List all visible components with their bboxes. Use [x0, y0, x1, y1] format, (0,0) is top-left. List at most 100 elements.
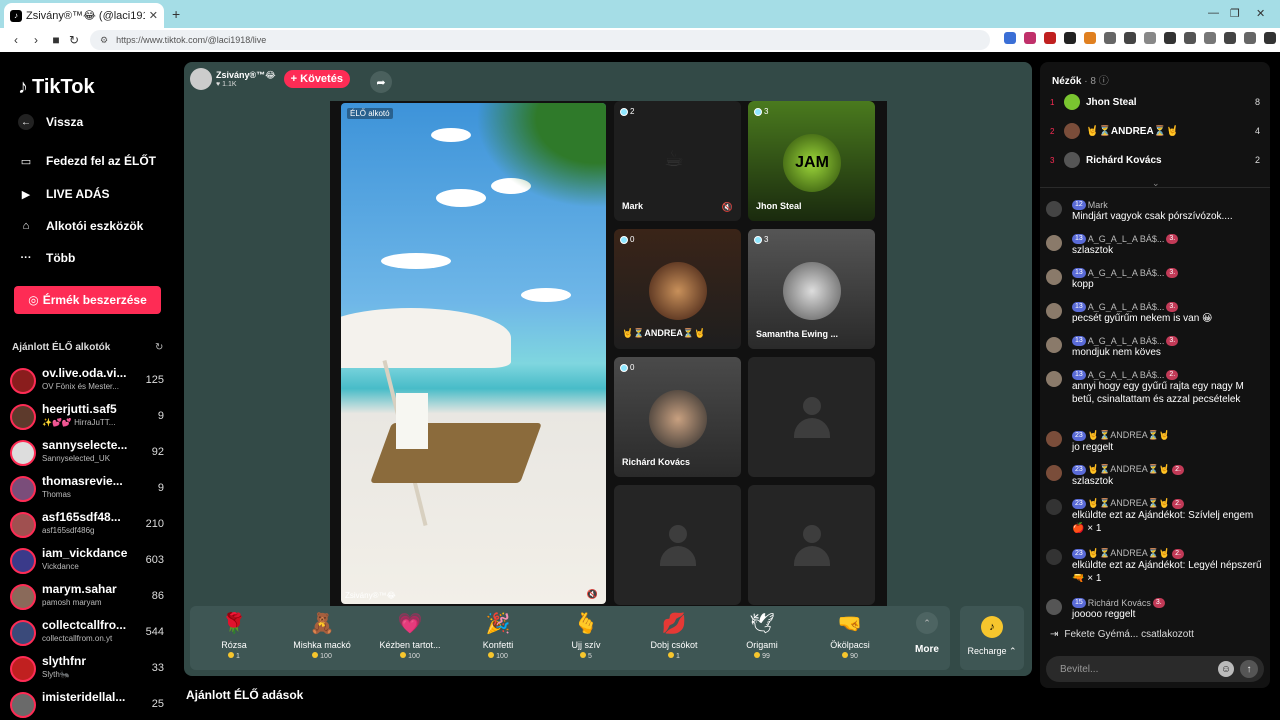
chat-message[interactable]: 13 A_G_A_L_A BÁ$... 2. annyi hogy egy gyűrű…: [1046, 370, 1264, 406]
extension-icon[interactable]: [1084, 32, 1096, 44]
creator-row[interactable]: collectcallfro... collectcallfrom.on.yt 54…: [10, 618, 168, 648]
gift-price-value: 100: [496, 653, 508, 660]
palm-leaves: [456, 103, 606, 223]
creator-avatar: [10, 584, 36, 610]
creator-row[interactable]: heerjutti.saf5 ✨💕💕 HirraJuTT... 9: [10, 402, 168, 432]
host-video[interactable]: ÉLŐ alkotó Zsivány®™😂 🔇: [341, 103, 606, 604]
chat-message[interactable]: 23 🤘⏳ANDREA⏳🤘 2. elküldte ezt az Ajándékot:…: [1046, 548, 1264, 585]
profile-icon[interactable]: [1264, 32, 1276, 44]
nav-back[interactable]: ← Vissza: [18, 114, 83, 130]
creator-avatar: [10, 476, 36, 502]
guest-tile-mark[interactable]: 2 ☕ Mark 🔇: [614, 101, 741, 221]
get-coins-button[interactable]: ◎ Érmék beszerzése: [14, 286, 161, 314]
viewer-row[interactable]: 3 Richárd Kovács 2: [1050, 150, 1260, 170]
chat-message[interactable]: 13 A_G_A_L_A BÁ$... 3. szlasztok: [1046, 234, 1264, 257]
gift-item[interactable]: 🧸 Mishka mackó 100: [282, 612, 362, 660]
gift-item[interactable]: 🫰 Ujj szív 5: [546, 612, 626, 660]
host-name[interactable]: Zsivány®™😂: [216, 70, 276, 81]
recharge-button[interactable]: ♪ Recharge ⌃: [960, 606, 1024, 670]
creator-row[interactable]: ov.live.oda.vi... OV Fönix és Mester... 12…: [10, 366, 168, 396]
empty-seat-icon: [794, 525, 830, 569]
extension-icon[interactable]: [1124, 32, 1136, 44]
chat-message[interactable]: 13 A_G_A_L_A BÁ$... 3. pecsét gyűrűm nekem …: [1046, 302, 1264, 325]
chat-text: szlasztok: [1072, 476, 1114, 487]
follow-button[interactable]: + Követés: [283, 70, 350, 88]
extension-icon[interactable]: [1164, 32, 1176, 44]
nav-explore-live[interactable]: ▭ Fedezd fel az ÉLŐT: [18, 153, 156, 169]
site-settings-icon[interactable]: ⚙: [100, 35, 108, 46]
chat-message[interactable]: 13 A_G_A_L_A BÁ$... 3. kopp: [1046, 268, 1264, 291]
extension-icon[interactable]: [1004, 32, 1016, 44]
viewer-row[interactable]: 2 🤘⏳ANDREA⏳🤘 4: [1050, 121, 1260, 141]
extension-icon[interactable]: [1144, 32, 1156, 44]
chat-avatar: [1046, 431, 1062, 447]
creator-row[interactable]: imisteridellal... 25: [10, 690, 168, 720]
empty-seat[interactable]: [614, 485, 741, 605]
minimize-icon[interactable]: —: [1208, 7, 1219, 19]
creator-row[interactable]: iam_vickdance Vickdance 603: [10, 546, 168, 576]
bookmark-icon[interactable]: ■: [46, 33, 66, 47]
back-icon[interactable]: ‹: [6, 33, 26, 47]
empty-seat[interactable]: [748, 485, 875, 605]
gift-price-value: 1: [676, 653, 680, 660]
guest-tile-andrea[interactable]: 0 🤘⏳ANDREA⏳🤘: [614, 229, 741, 349]
refresh-icon[interactable]: ↻: [155, 342, 163, 353]
chat-message[interactable]: 15 Richárd Kovács 3. jooooo reggelt: [1046, 598, 1264, 621]
more-gifts-button[interactable]: ⌃ More: [912, 612, 942, 655]
coin-icon: [668, 652, 675, 658]
coin-icon: [488, 652, 495, 658]
send-icon[interactable]: ↑: [1240, 660, 1258, 678]
guest-tile-richard[interactable]: 0 Richárd Kovács: [614, 357, 741, 477]
chat-message[interactable]: 13 A_G_A_L_A BÁ$... 3. mondjuk nem köves: [1046, 336, 1264, 359]
close-tab-icon[interactable]: ✕: [149, 9, 158, 22]
empty-seat[interactable]: [748, 357, 875, 477]
gift-name: Kézben tartot...: [379, 640, 441, 650]
nav-creator-tools[interactable]: ⌂ Alkotói eszközök: [18, 218, 144, 234]
extension-icon[interactable]: [1224, 32, 1236, 44]
coin-icon: ◎: [28, 293, 39, 307]
extension-icon[interactable]: [1184, 32, 1196, 44]
creator-row[interactable]: sannyselecte... Sannyselected_UK 92: [10, 438, 168, 468]
host-avatar[interactable]: [190, 68, 212, 90]
tiktok-logo[interactable]: ♪ TikTok: [18, 76, 95, 99]
extension-icon[interactable]: [1244, 32, 1256, 44]
chat-input[interactable]: Bevitel... ☺ ↑: [1046, 656, 1264, 682]
creator-row[interactable]: slythfnr Slyth🐜 33: [10, 654, 168, 684]
gift-item[interactable]: 🤜 Ökölpacsi 90: [810, 612, 890, 660]
gift-item[interactable]: 💋 Dobj csókot 1: [634, 612, 714, 660]
level-badge: 23: [1072, 548, 1086, 559]
extension-icon[interactable]: [1204, 32, 1216, 44]
forward-icon[interactable]: ›: [26, 33, 46, 47]
guest-tile-samantha[interactable]: 3 Samantha Ewing ...: [748, 229, 875, 349]
level-badge: 15: [1072, 598, 1086, 608]
creator-row[interactable]: asf165sdf48... asf165sdf486g 210: [10, 510, 168, 540]
gift-item[interactable]: 💗 Kézben tartot... 100: [370, 612, 450, 660]
chat-message[interactable]: 23 🤘⏳ANDREA⏳🤘 2. szlasztok: [1046, 464, 1264, 488]
creator-row[interactable]: thomasrevie... Thomas 9: [10, 474, 168, 504]
info-icon[interactable]: ⓘ: [1099, 76, 1109, 87]
guest-tile-jhon-steal[interactable]: 3 JAM Jhon Steal: [748, 101, 875, 221]
close-window-icon[interactable]: ✕: [1256, 7, 1265, 20]
url-field[interactable]: ⚙ https://www.tiktok.com/@laci1918/live: [90, 30, 990, 50]
nav-live-studio[interactable]: ▶ LIVE ADÁS: [18, 186, 110, 202]
restore-icon[interactable]: ❐: [1230, 7, 1240, 20]
gift-item[interactable]: 🌹 Rózsa 1: [194, 612, 274, 660]
reload-icon[interactable]: ↻: [64, 33, 84, 47]
extension-icon[interactable]: [1044, 32, 1056, 44]
extension-icon[interactable]: [1104, 32, 1116, 44]
emoji-icon[interactable]: ☺: [1218, 661, 1234, 677]
nav-more[interactable]: ··· Több: [18, 250, 76, 266]
chat-message[interactable]: 23 🤘⏳ANDREA⏳🤘 jo reggelt: [1046, 430, 1264, 454]
chat-message[interactable]: 12 Mark Mindjárt vagyok csak pórszívózok..…: [1046, 200, 1264, 223]
gift-item[interactable]: 🎉 Konfetti 100: [458, 612, 538, 660]
gift-item[interactable]: 🕊 Origami 99: [722, 612, 802, 660]
extension-icon[interactable]: [1064, 32, 1076, 44]
extension-icon[interactable]: [1024, 32, 1036, 44]
share-icon[interactable]: ➦: [370, 71, 392, 93]
browser-tab[interactable]: ♪ Zsivány®™😂 (@laci1918) É… ✕: [4, 3, 164, 28]
chat-message[interactable]: 23 🤘⏳ANDREA⏳🤘 2. elküldte ezt az Ajándékot:…: [1046, 498, 1264, 535]
gift-price: 100: [282, 652, 362, 660]
creator-row[interactable]: marym.sahar pamosh maryam 86: [10, 582, 168, 612]
viewer-row[interactable]: 1 Jhon Steal 8: [1050, 92, 1260, 112]
new-tab-button[interactable]: +: [172, 6, 180, 22]
